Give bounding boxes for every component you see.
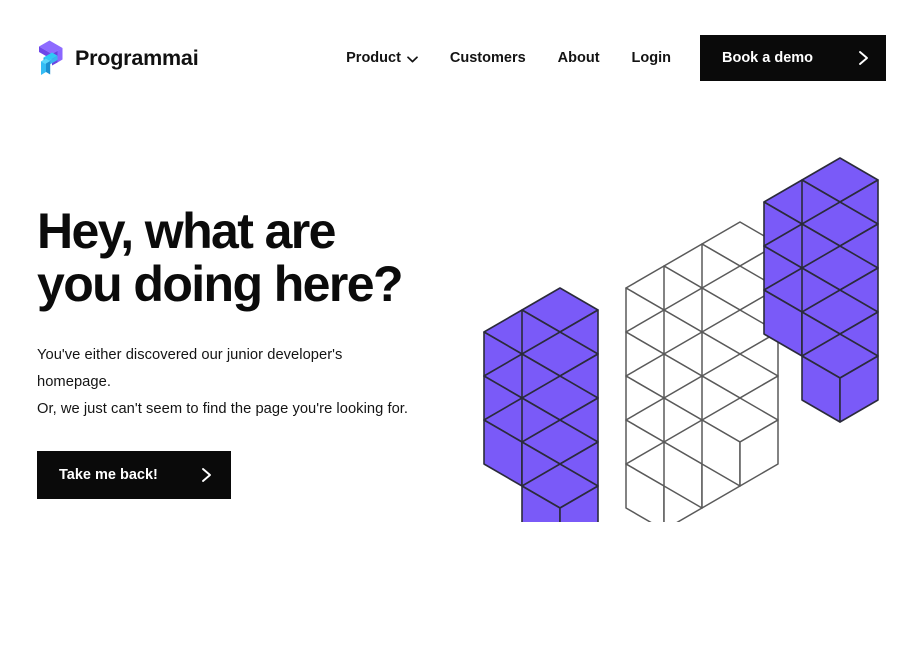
hero-subtext: You've either discovered our junior deve… <box>37 347 409 417</box>
chevron-right-icon <box>859 51 868 65</box>
nav-item-about-label: About <box>557 50 600 66</box>
chevron-down-icon <box>407 55 418 62</box>
book-a-demo-label: Book a demo <box>722 50 814 66</box>
nav-item-login[interactable]: Login <box>632 42 671 74</box>
brand-logo[interactable]: Programmai <box>36 36 199 80</box>
take-me-back-button[interactable]: Take me back! <box>37 451 231 500</box>
hero-section: Hey, what are you doing here? You've eit… <box>37 203 467 500</box>
nav-item-login-label: Login <box>631 50 671 66</box>
isometric-cube-illustration <box>466 140 898 522</box>
nav-item-product[interactable]: Product <box>346 42 418 74</box>
isometric-cubes-svg <box>483 157 879 522</box>
nav-item-about[interactable]: About <box>558 42 600 74</box>
programmai-logo-icon <box>39 40 63 75</box>
take-me-back-label: Take me back! <box>59 467 158 484</box>
nav-item-customers[interactable]: Customers <box>450 42 526 74</box>
chevron-right-icon <box>202 468 211 483</box>
main-navigation: Product Customers About Login Book a dem… <box>346 35 886 81</box>
book-a-demo-button[interactable]: Book a demo <box>700 35 886 81</box>
nav-item-customers-label: Customers <box>449 50 526 66</box>
site-header: Programmai Product Customers About Login… <box>0 0 918 116</box>
page-title: Hey, what are you doing here? <box>37 203 404 312</box>
brand-name: Programmai <box>75 45 199 70</box>
nav-item-product-label: Product <box>346 50 401 66</box>
